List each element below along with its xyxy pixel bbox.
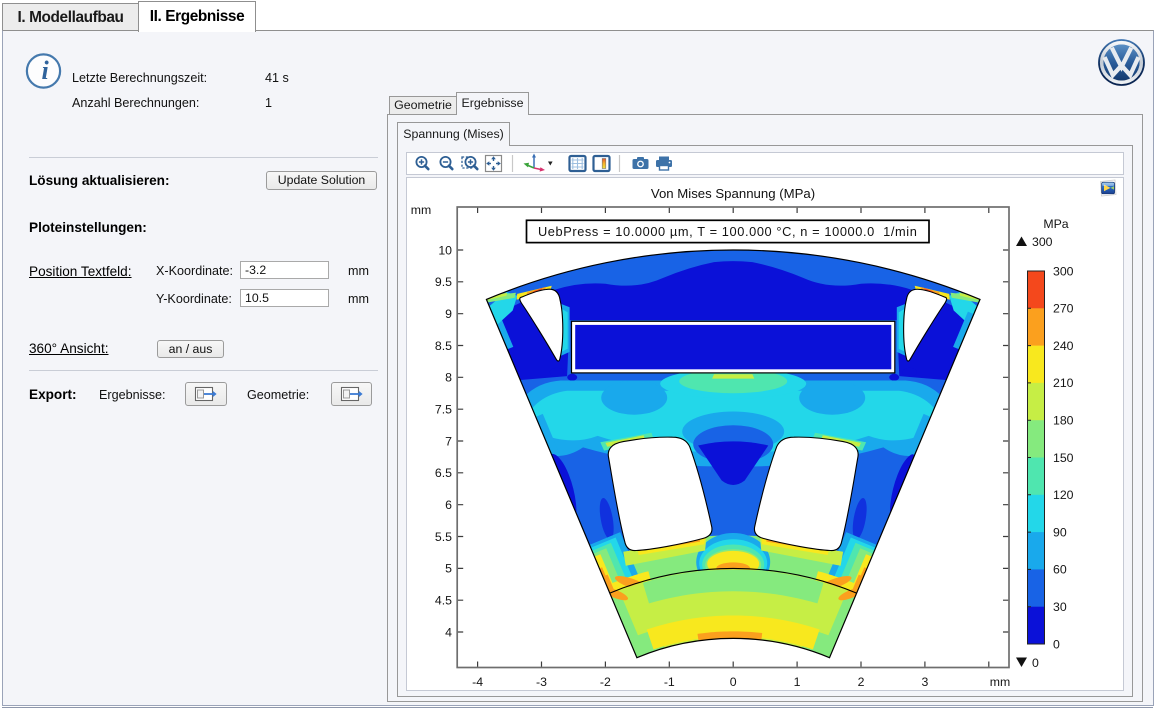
svg-text:i: i: [42, 56, 50, 85]
